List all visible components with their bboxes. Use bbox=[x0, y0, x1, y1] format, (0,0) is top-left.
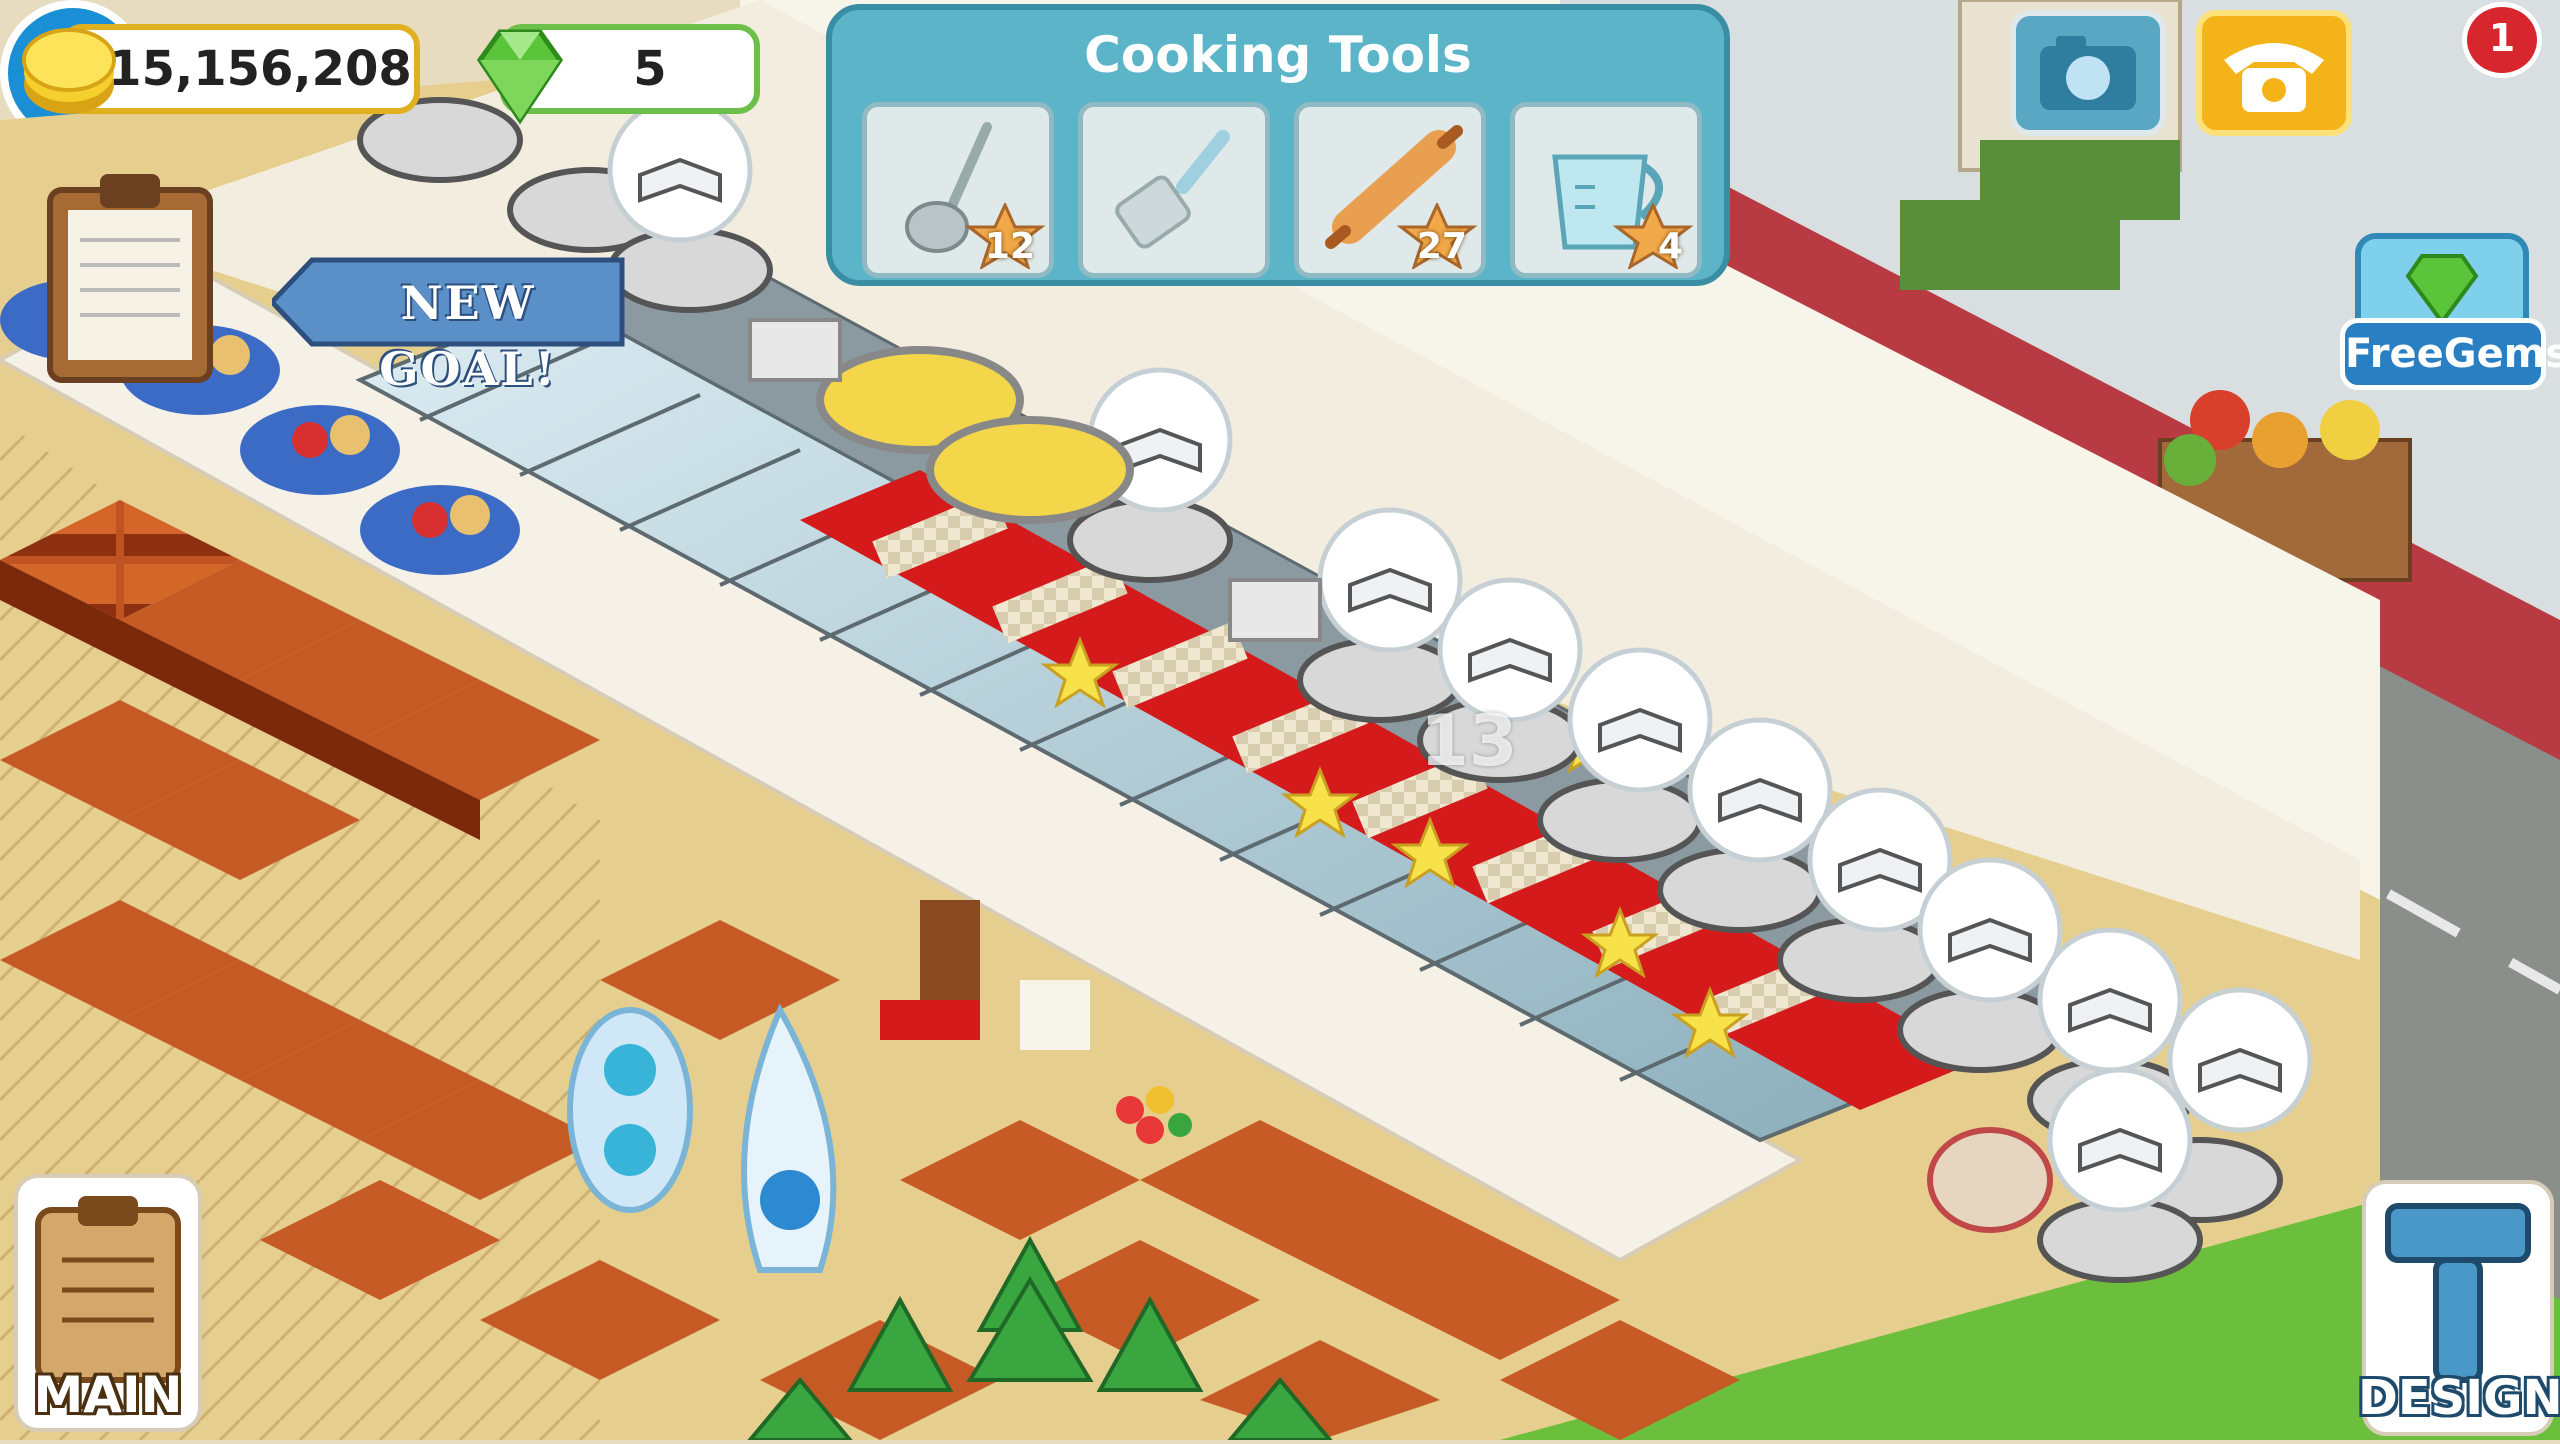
speaker-decoration[interactable] bbox=[567, 1007, 693, 1213]
tool-slot-ladle[interactable]: 12 bbox=[862, 102, 1054, 278]
design-button-label[interactable]: DESIGN bbox=[2358, 1370, 2560, 1430]
cooking-tools-title: Cooking Tools bbox=[1084, 26, 1472, 84]
phone-icon bbox=[2224, 43, 2324, 112]
banana bbox=[2320, 400, 2380, 460]
dish-rack bbox=[748, 318, 842, 382]
tool-slot-measuring-cup[interactable]: 4 bbox=[1510, 102, 1702, 278]
camera-button[interactable] bbox=[2010, 10, 2166, 136]
tool-slot-rolling-pin[interactable]: 27 bbox=[1294, 102, 1486, 278]
cake-display bbox=[1927, 1127, 2053, 1233]
coin-icon bbox=[22, 28, 116, 114]
chair-seat bbox=[880, 1000, 980, 1040]
phone-button[interactable] bbox=[2196, 10, 2352, 136]
chair-white bbox=[1020, 980, 1090, 1050]
gem-icon bbox=[476, 29, 564, 125]
free-gems-button[interactable]: FreeGems bbox=[2340, 318, 2560, 390]
orange bbox=[2252, 412, 2308, 468]
rolling-pin-count: 27 bbox=[1416, 226, 1467, 267]
camera-icon bbox=[2040, 36, 2136, 110]
dish-rack bbox=[1228, 578, 1322, 642]
gems-value: 5 bbox=[633, 41, 667, 97]
new-goal-button[interactable]: NEW GOAL! bbox=[318, 270, 618, 396]
coins-value: 15,156,208 bbox=[108, 41, 412, 97]
notification-badge: 1 bbox=[2462, 2, 2542, 78]
measuring-cup-count: 4 bbox=[1657, 226, 1683, 267]
ladle-count: 12 bbox=[984, 226, 1035, 267]
cooking-tools-panel: Cooking Tools 12 27 4 bbox=[826, 4, 1730, 286]
lettuce bbox=[2164, 434, 2216, 486]
frying-pan[interactable] bbox=[926, 416, 1134, 524]
main-button-label[interactable]: MAIN bbox=[10, 1366, 206, 1426]
spatula-icon bbox=[1115, 130, 1230, 249]
flower-box bbox=[1900, 200, 2120, 290]
clipboard-icon[interactable] bbox=[40, 160, 220, 390]
floating-xp-number: 13 bbox=[1420, 700, 1518, 782]
tool-slot-spatula[interactable] bbox=[1078, 102, 1270, 278]
